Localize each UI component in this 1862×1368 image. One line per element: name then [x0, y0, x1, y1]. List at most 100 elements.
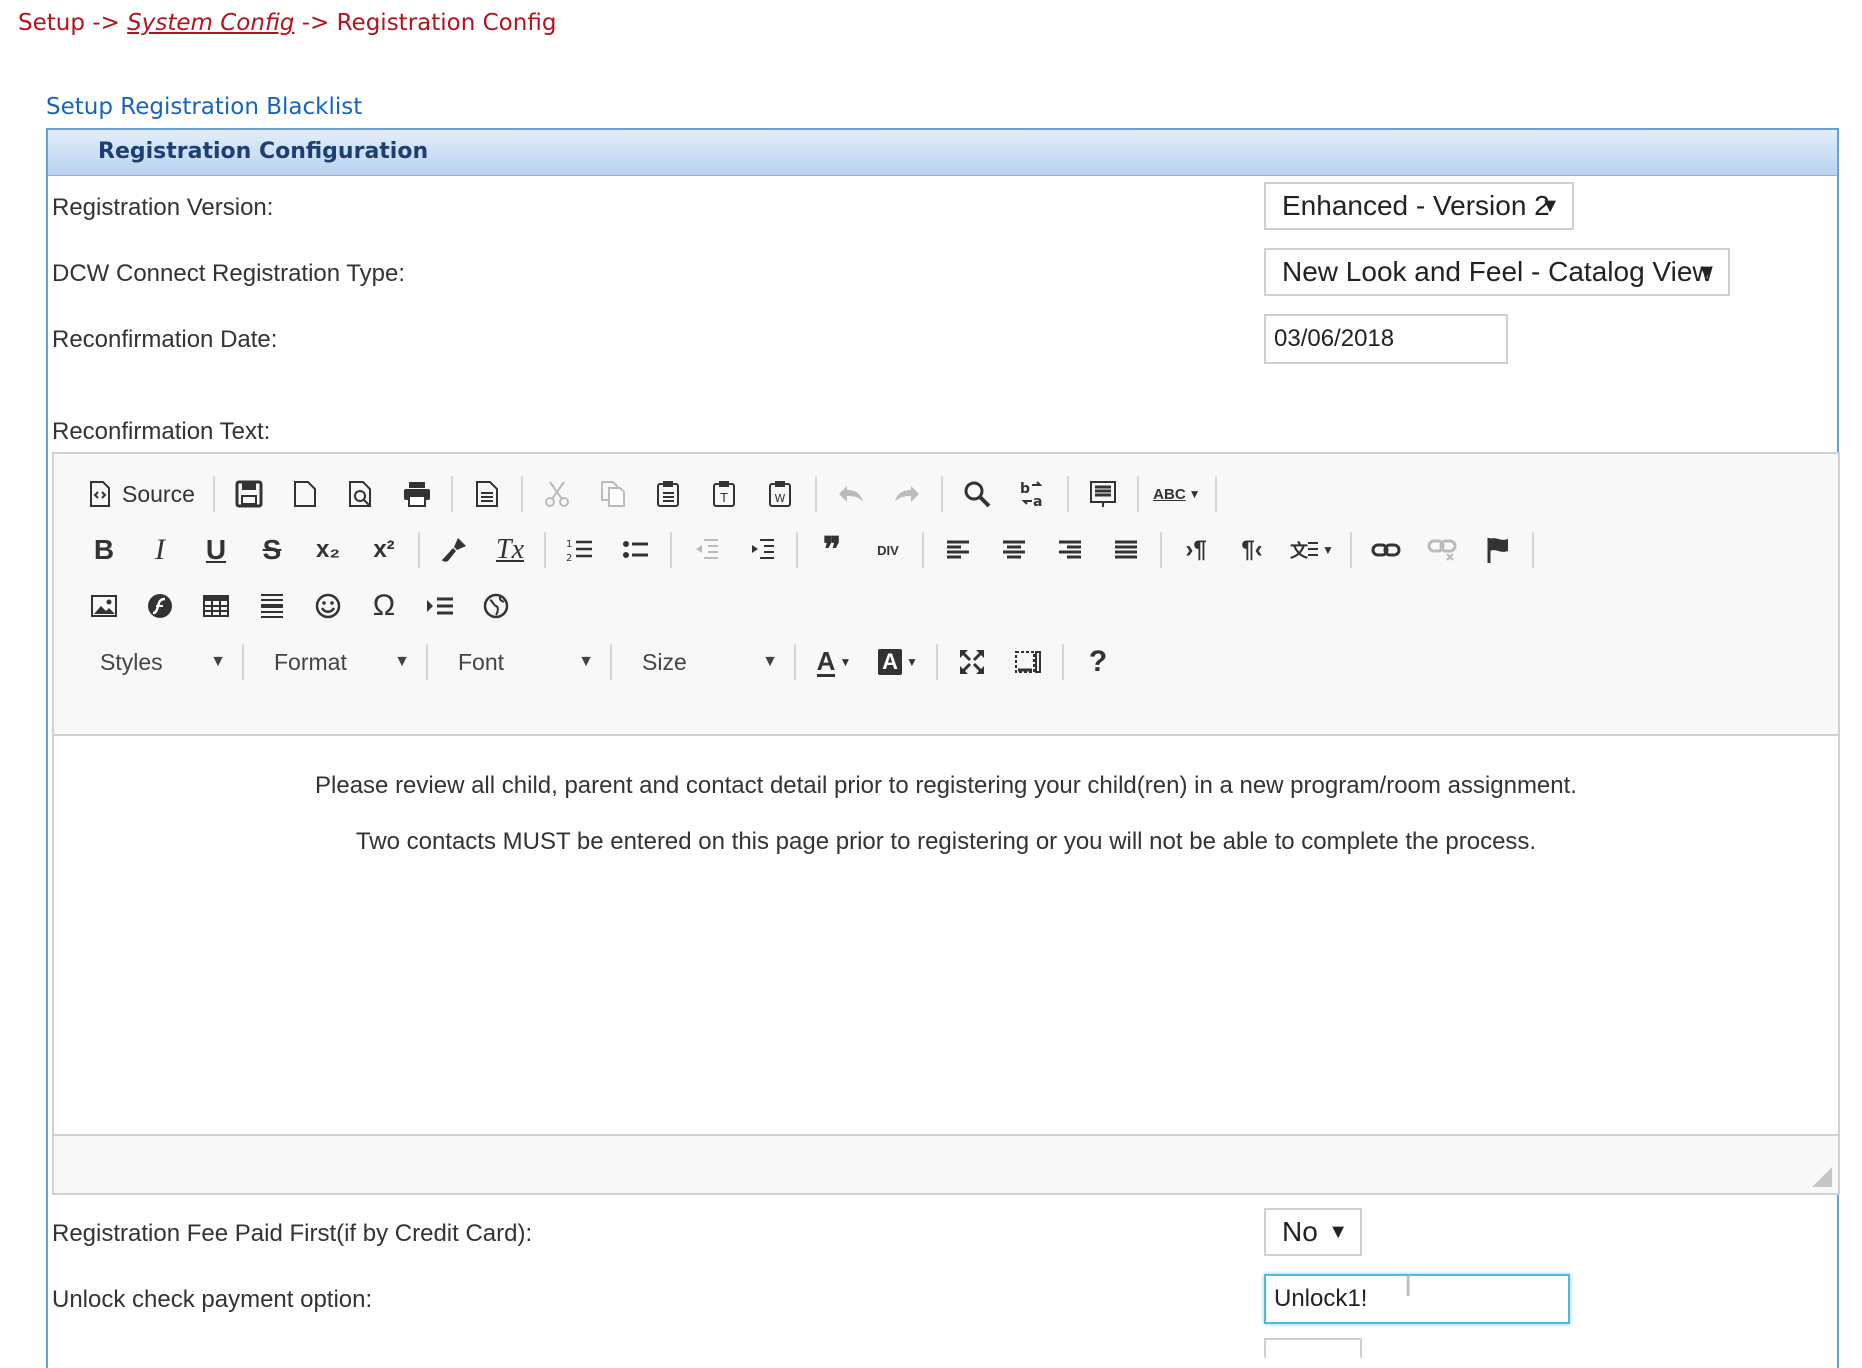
remove-format-button[interactable]: Tx: [486, 526, 534, 574]
cut-button[interactable]: [533, 470, 581, 518]
new-page-button[interactable]: [281, 470, 329, 518]
toolbar-separator: [940, 476, 943, 512]
unlock-check-payment-input[interactable]: Unlock1!: [1264, 1274, 1570, 1324]
toolbar-separator: [212, 476, 215, 512]
content-paragraph-1: Please review all child, parent and cont…: [315, 772, 1577, 799]
text-direction-ltr-button[interactable]: ›¶: [1172, 526, 1220, 574]
connect-registration-type-value: New Look and Feel - Catalog View: [1282, 256, 1713, 287]
text-direction-rtl-button[interactable]: ¶‹: [1228, 526, 1276, 574]
special-char-button[interactable]: Ω: [360, 582, 408, 630]
align-left-button[interactable]: [934, 526, 982, 574]
image-button[interactable]: [80, 582, 128, 630]
replace-button[interactable]: ba: [1009, 470, 1057, 518]
toolbar-separator: [1062, 644, 1064, 680]
font-dropdown[interactable]: Font ▼: [438, 638, 608, 686]
redo-icon: [894, 486, 919, 502]
toolbar-separator: [1532, 532, 1534, 568]
show-blocks-button[interactable]: [1004, 638, 1052, 686]
show-blocks-icon: [1015, 651, 1041, 673]
maximize-button[interactable]: [948, 638, 996, 686]
spellcheck-button[interactable]: ABC ▼: [1149, 470, 1205, 518]
justify-button[interactable]: [1102, 526, 1150, 574]
text-color-button[interactable]: A ▼: [806, 638, 862, 686]
format-dropdown[interactable]: Format ▼: [254, 638, 424, 686]
strikethrough-button[interactable]: S: [248, 526, 296, 574]
help-icon: ?: [1088, 645, 1108, 678]
numbered-list-icon: 12: [566, 539, 592, 563]
bold-button[interactable]: B: [80, 526, 128, 574]
toolbar-separator: [922, 532, 924, 568]
print-icon: [403, 482, 430, 507]
templates-button[interactable]: [463, 470, 511, 518]
smiley-button[interactable]: [304, 582, 352, 630]
link-button[interactable]: [1362, 526, 1410, 574]
indent-button[interactable]: [738, 526, 786, 574]
print-button[interactable]: [393, 470, 441, 518]
chevron-down-icon: ▼: [1188, 487, 1201, 501]
underline-icon: U: [205, 534, 227, 565]
paste-text-button[interactable]: T: [701, 470, 749, 518]
anchor-button[interactable]: [1474, 526, 1522, 574]
numbered-list-button[interactable]: 12: [556, 526, 604, 574]
language-icon: 文: [1290, 540, 1319, 562]
blockquote-button[interactable]: ❞: [808, 526, 856, 574]
fee-paid-first-select[interactable]: No ▼: [1264, 1208, 1362, 1256]
paste-word-button[interactable]: W: [757, 470, 805, 518]
align-left-icon: [947, 540, 969, 559]
connect-registration-type-select[interactable]: New Look and Feel - Catalog View ▼: [1264, 248, 1730, 296]
table-button[interactable]: [192, 582, 240, 630]
next-field-select[interactable]: [1264, 1338, 1362, 1358]
flash-button[interactable]: [136, 582, 184, 630]
align-center-button[interactable]: [990, 526, 1038, 574]
setup-registration-blacklist-link[interactable]: Setup Registration Blacklist: [46, 94, 362, 120]
italic-icon: I: [155, 533, 165, 566]
editor-resize-handle[interactable]: [1812, 1167, 1832, 1187]
quote-icon: ❞: [822, 531, 842, 569]
page-break-button[interactable]: [416, 582, 464, 630]
source-button[interactable]: Source: [80, 470, 203, 518]
bulleted-list-button[interactable]: [612, 526, 660, 574]
outdent-button[interactable]: [682, 526, 730, 574]
panel-title: Registration Configuration: [48, 130, 1837, 176]
toolbar-row-3: Ω: [80, 578, 528, 634]
chevron-down-icon: ▼: [762, 653, 778, 670]
superscript-button[interactable]: x²: [360, 526, 408, 574]
copy-formatting-button[interactable]: [430, 526, 478, 574]
editor-content-area[interactable]: Please review all child, parent and cont…: [54, 736, 1838, 1136]
save-button[interactable]: [225, 470, 273, 518]
superscript-icon: x²: [373, 536, 395, 563]
search-icon: [964, 481, 991, 508]
link-icon: [1371, 543, 1401, 557]
preview-button[interactable]: [337, 470, 385, 518]
outdent-icon: [696, 539, 718, 559]
language-button[interactable]: 文 ▼: [1284, 526, 1340, 574]
toolbar-separator: [1160, 532, 1162, 568]
help-button[interactable]: ?: [1074, 638, 1122, 686]
breadcrumb-system-config-link[interactable]: System Config: [127, 10, 294, 36]
new-page-icon: [293, 481, 316, 507]
fee-paid-first-value: No: [1282, 1216, 1318, 1247]
reconfirmation-date-input[interactable]: 03/06/2018: [1264, 314, 1508, 364]
rtl-icon: ¶‹: [1241, 536, 1263, 563]
underline-button[interactable]: U: [192, 526, 240, 574]
horizontal-line-button[interactable]: [248, 582, 296, 630]
subscript-button[interactable]: x₂: [304, 526, 352, 574]
redo-button[interactable]: [883, 470, 931, 518]
align-right-button[interactable]: [1046, 526, 1094, 574]
paste-button[interactable]: [645, 470, 693, 518]
background-color-button[interactable]: A ▼: [870, 638, 926, 686]
registration-version-select[interactable]: Enhanced - Version 2 ▼: [1264, 182, 1574, 230]
toolbar-separator: [418, 532, 420, 568]
toolbar-separator: [796, 532, 798, 568]
create-div-button[interactable]: DIV: [864, 526, 912, 574]
size-dropdown[interactable]: Size ▼: [622, 638, 792, 686]
italic-button[interactable]: I: [136, 526, 184, 574]
unlink-button[interactable]: [1418, 526, 1466, 574]
select-all-button[interactable]: [1079, 470, 1127, 518]
copy-button[interactable]: [589, 470, 637, 518]
iframe-button[interactable]: [472, 582, 520, 630]
find-button[interactable]: [953, 470, 1001, 518]
svg-text:1: 1: [566, 539, 572, 550]
undo-button[interactable]: [827, 470, 875, 518]
styles-dropdown[interactable]: Styles ▼: [80, 638, 240, 686]
